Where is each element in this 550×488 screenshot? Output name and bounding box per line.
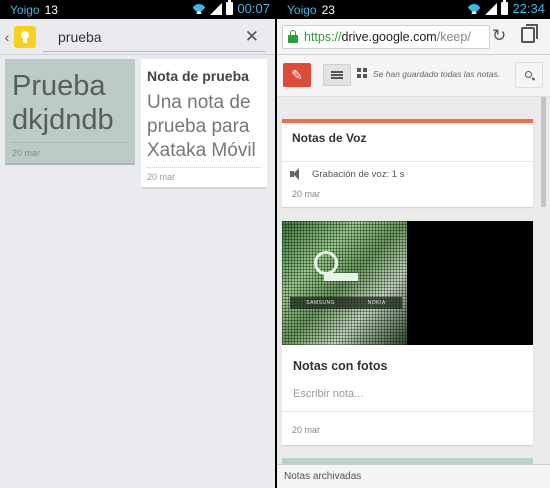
status-number: 23	[321, 2, 335, 17]
audio-label: Grabación de voz: 1 s	[312, 168, 405, 180]
note-photo[interactable]: SAMSUNG NOKIA	[282, 221, 533, 345]
back-chevron-icon[interactable]: ‹	[2, 29, 12, 45]
new-note-button[interactable]: ✎	[283, 63, 311, 87]
tabs-icon[interactable]	[521, 24, 538, 43]
status-time: 22:34	[512, 1, 545, 16]
archived-label: Notas archivadas	[284, 471, 362, 482]
scrollbar[interactable]	[541, 97, 546, 465]
keep-logo-icon[interactable]	[14, 25, 36, 48]
note-title: Notas con fotos	[293, 359, 388, 373]
clear-search-icon[interactable]: ✕	[245, 27, 259, 47]
keep-app-screen: Yoigo 13 00:07 ‹ prueba ✕ Prueba dkjdndb…	[0, 0, 275, 488]
note-date: 20 mar	[292, 189, 321, 199]
signal-icon	[485, 2, 498, 15]
reload-icon[interactable]: ↻	[492, 26, 506, 46]
url-scheme: https://	[304, 30, 342, 44]
note-card[interactable]: Notas de Voz Grabación de voz: 1 s 20 ma…	[282, 119, 533, 207]
keep-toolbar: ✎ Se han guardado todas las notas.	[277, 55, 550, 97]
status-bar: Yoigo 13 00:07	[0, 0, 275, 19]
note-input[interactable]: Escribir nota...	[293, 388, 363, 400]
url-field[interactable]: https:// drive.google.com /keep/	[282, 25, 490, 49]
signal-icon	[210, 2, 223, 15]
wifi-icon	[192, 3, 207, 14]
browser-toolbar: https:// drive.google.com /keep/ ↻	[277, 19, 550, 55]
archived-notes-link[interactable]: Notas archivadas	[277, 464, 550, 488]
note-card[interactable]: Nota de prueba Una nota de prueba para X…	[141, 59, 267, 189]
list-view-button[interactable]	[323, 64, 351, 86]
search-icon	[525, 71, 532, 78]
photo-band: SAMSUNG NOKIA	[290, 297, 402, 309]
note-card[interactable]: Prueba dkjdndb 20 mar	[5, 59, 135, 165]
save-status: Se han guardado todas las notas.	[373, 69, 501, 79]
note-date: 20 mar	[147, 172, 176, 182]
status-time: 00:07	[237, 1, 270, 16]
url-path: /keep/	[436, 30, 471, 44]
scrollbar-thumb[interactable]	[541, 97, 546, 207]
battery-icon	[226, 0, 234, 15]
grid-view-icon[interactable]	[357, 68, 367, 78]
divider	[12, 142, 128, 143]
note-title: Notas de Voz	[292, 131, 367, 145]
search-underline	[43, 51, 265, 52]
audio-attachment[interactable]: Grabación de voz: 1 s	[282, 161, 533, 186]
search-bar: ‹ prueba ✕	[0, 19, 275, 55]
divider	[282, 411, 533, 412]
status-number: 13	[44, 2, 58, 17]
lock-icon	[288, 30, 298, 43]
note-card[interactable]: SAMSUNG NOKIA Notas con fotos Escribir n…	[282, 221, 533, 445]
note-body: Una nota de prueba para Xataka Móvil	[147, 92, 256, 161]
note-date: 20 mar	[12, 148, 41, 158]
note-date: 20 mar	[292, 425, 321, 435]
search-input[interactable]: prueba	[58, 29, 102, 45]
status-bar: Yoigo 23 22:34	[277, 0, 550, 19]
url-host: drive.google.com	[341, 30, 437, 44]
photo-label: NOKIA	[367, 300, 386, 306]
note-text: Prueba dkjdndb	[12, 70, 114, 136]
browser-keep-screen: Yoigo 23 22:34 https:// drive.google.com…	[277, 0, 550, 488]
battery-icon	[501, 0, 509, 15]
photo-label: SAMSUNG	[306, 300, 336, 306]
divider	[147, 167, 261, 168]
search-button[interactable]	[515, 62, 543, 88]
photo-logo	[314, 251, 360, 291]
wifi-icon	[467, 3, 482, 14]
pencil-icon: ✎	[291, 67, 303, 83]
carrier-label: Yoigo	[10, 2, 40, 17]
photo-image: SAMSUNG NOKIA	[282, 221, 407, 345]
speaker-icon	[290, 168, 304, 180]
note-title: Nota de prueba	[147, 68, 249, 84]
carrier-label: Yoigo	[287, 2, 317, 17]
